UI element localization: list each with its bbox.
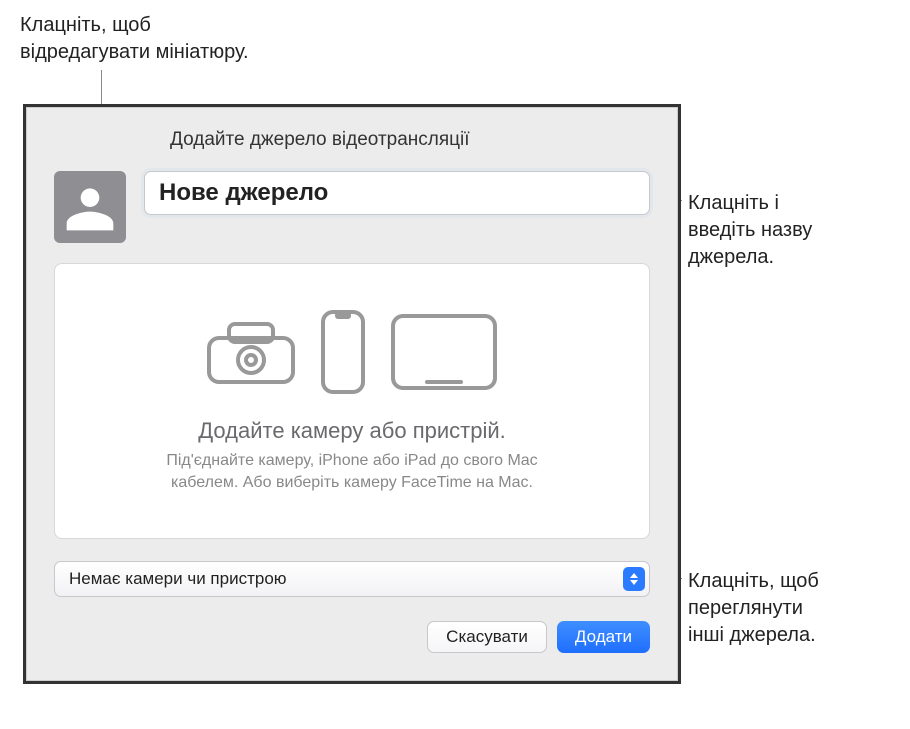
add-button[interactable]: Додати [557, 621, 650, 653]
callout-edit-thumbnail: Клацніть, щоб відредагувати мініатюру. [20, 12, 249, 66]
iphone-icon [319, 308, 367, 396]
dialog-title: Додайте джерело відеотрансляції [170, 129, 650, 151]
preview-area: Додайте камеру або пристрій. Під'єднайте… [54, 263, 650, 539]
camera-select-value: Немає камери чи пристрою [69, 569, 287, 589]
callout-enter-name: Клацніть і введіть назву джерела. [688, 190, 888, 271]
source-name-input[interactable] [144, 171, 650, 215]
camera-select[interactable]: Немає камери чи пристрою [54, 561, 650, 597]
callout-view-sources: Клацніть, щоб переглянути інші джерела. [688, 568, 888, 649]
ipad-icon [389, 312, 499, 392]
chevrons-up-down-icon [623, 567, 645, 591]
cancel-button[interactable]: Скасувати [427, 621, 547, 653]
person-silhouette-icon [62, 179, 118, 235]
thumbnail-button[interactable] [54, 171, 126, 243]
add-source-dialog: Додайте джерело відеотрансляції [23, 104, 681, 684]
camera-icon [205, 318, 297, 386]
preview-heading: Додайте камеру або пристрій. [198, 418, 505, 444]
preview-subtext: Під'єднайте камеру, iPhone або iPad до с… [132, 450, 572, 495]
